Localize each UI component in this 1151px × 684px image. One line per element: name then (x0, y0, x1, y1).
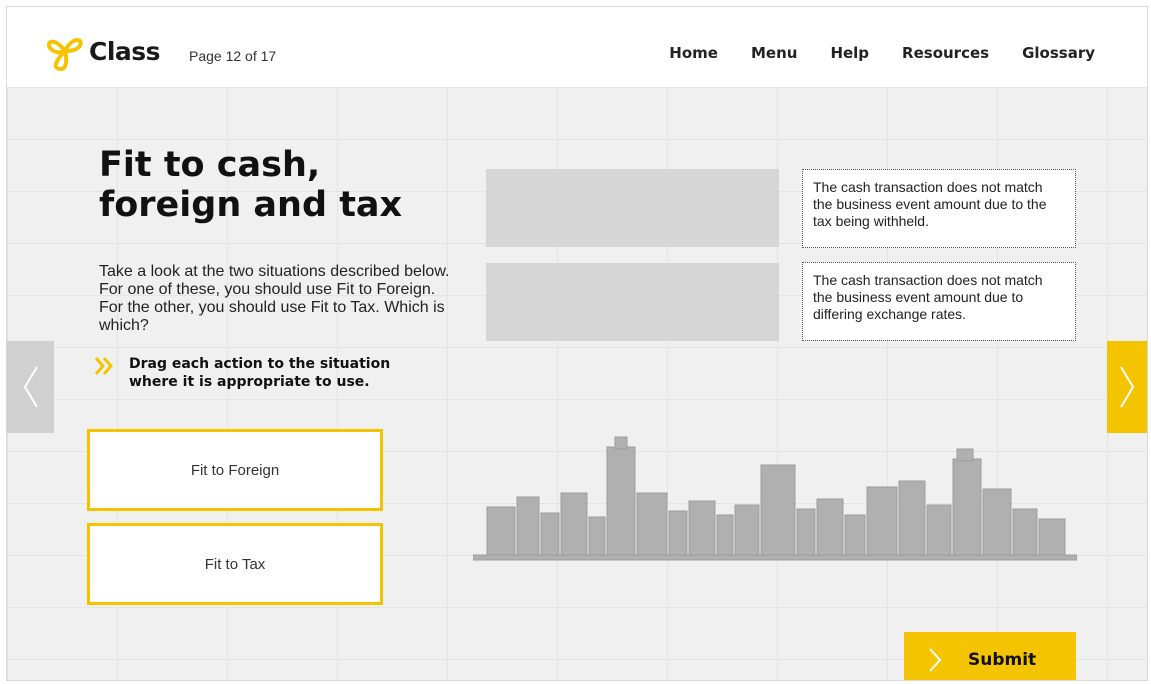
nav-glossary[interactable]: Glossary (1022, 44, 1095, 62)
logo-text: Class (89, 36, 161, 66)
double-chevron-icon (94, 357, 113, 375)
title-line-1: Fit to cash, (99, 145, 321, 185)
instruction-text: Drag each action to the situation where … (129, 356, 391, 390)
city-skyline-illustration (473, 436, 1077, 561)
header: Class Page 12 of 17 Home Menu Help Resou… (7, 7, 1147, 87)
chevron-left-icon (23, 366, 38, 408)
knot-logo-icon (47, 38, 83, 72)
prev-page-button[interactable] (7, 341, 54, 433)
drag-item-fit-to-tax[interactable]: Fit to Tax (87, 523, 383, 605)
page-indicator: Page 12 of 17 (189, 48, 277, 64)
top-nav: Home Menu Help Resources Glossary (636, 44, 1095, 62)
intro-text: Take a look at the two situations descri… (99, 263, 450, 334)
submit-label: Submit (968, 649, 1037, 670)
situation-2: The cash transaction does not match the … (802, 262, 1076, 341)
drop-zone-1[interactable] (486, 169, 779, 247)
nav-resources[interactable]: Resources (902, 44, 989, 62)
nav-home[interactable]: Home (669, 44, 718, 62)
next-page-button[interactable] (1107, 341, 1147, 433)
chevron-right-icon (929, 647, 942, 672)
course-frame: Class Page 12 of 17 Home Menu Help Resou… (6, 6, 1148, 681)
chevron-right-icon (1120, 366, 1135, 408)
nav-help[interactable]: Help (830, 44, 869, 62)
title-line-2: foreign and tax (99, 185, 403, 225)
logo: Class (43, 29, 161, 73)
situation-1: The cash transaction does not match the … (802, 169, 1076, 248)
instruction: Drag each action to the situation where … (93, 355, 409, 391)
submit-button[interactable]: Submit (904, 632, 1076, 680)
drag-item-fit-to-foreign[interactable]: Fit to Foreign (87, 429, 383, 511)
nav-menu[interactable]: Menu (751, 44, 797, 62)
page-title: Fit to cash, foreign and tax (99, 145, 459, 225)
drop-zone-2[interactable] (486, 263, 779, 341)
content-area: Fit to cash, foreign and tax Take a look… (7, 87, 1147, 680)
